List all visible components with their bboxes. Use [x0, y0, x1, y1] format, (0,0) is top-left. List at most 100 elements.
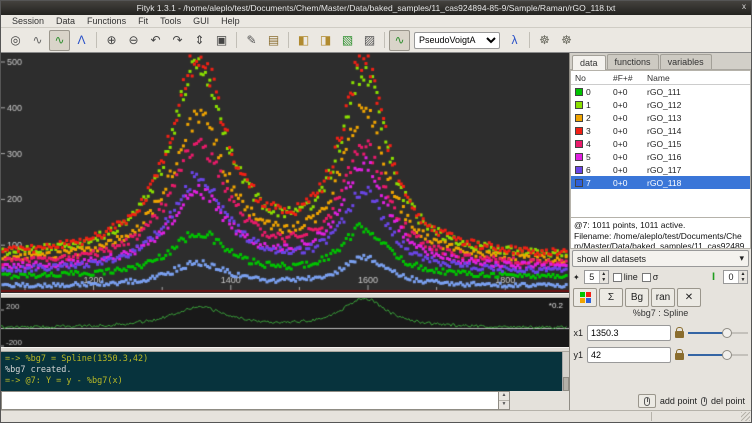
tab-data[interactable]: data [572, 55, 606, 70]
zoom-out-button-icon[interactable]: ⊖ [123, 30, 144, 51]
command-input[interactable] [1, 391, 499, 410]
close-window-button[interactable]: x [742, 2, 746, 11]
console-line: %bg7 created. [5, 365, 559, 376]
edit-script-button-icon[interactable]: ✎ [241, 30, 262, 51]
toolbar-separator [529, 32, 530, 48]
strip-background-button-icon[interactable]: λ [504, 30, 525, 51]
command-row: ▲▼ [1, 391, 569, 410]
dataset-row-rGO_112[interactable]: 10+0rGO_112 [571, 98, 750, 111]
toolbar-separator [236, 32, 237, 48]
param-x1-input[interactable] [587, 325, 671, 341]
dataset-color-swatch[interactable] [575, 153, 583, 161]
menu-gui[interactable]: GUI [188, 16, 214, 26]
param-y1-slider[interactable] [688, 349, 748, 361]
load-data-button-icon[interactable]: ◧ [293, 30, 314, 51]
edit-data-button-icon[interactable]: ▨ [359, 30, 380, 51]
menu-tools[interactable]: Tools [155, 16, 186, 26]
menu-help[interactable]: Help [216, 16, 245, 26]
menu-fit[interactable]: Fit [133, 16, 153, 26]
settings-gear-button-icon[interactable]: ☸ [534, 30, 555, 51]
status-bar [1, 410, 751, 422]
close-sidebar-button[interactable]: ✕ [677, 288, 701, 307]
resize-grip[interactable] [741, 412, 750, 421]
add-peak-mode-button-icon[interactable]: Λ [71, 30, 92, 51]
load-data-custom-button-icon[interactable]: ◨ [315, 30, 336, 51]
shift-spinner[interactable]: 0 ▲▼ [723, 270, 748, 284]
shift-icon: Ι [712, 271, 719, 283]
background-button[interactable]: Bg [625, 288, 649, 307]
function-label: %bg7 : Spline [570, 308, 751, 322]
dataset-color-swatch[interactable] [575, 88, 583, 96]
aux-plot-canvas[interactable] [1, 298, 569, 347]
dataset-color-swatch[interactable] [575, 127, 583, 135]
toolbar: ◎∿∿Λ⊕⊖↶↷⇕▣✎▤◧◨▧▨∿PseudoVoigtAλ☸☸ [1, 28, 751, 53]
zoom-next-button-icon[interactable]: ↷ [167, 30, 188, 51]
lock-icon[interactable] [675, 353, 684, 360]
console-output: =-> %bg7 = Spline(1350.3,42)%bg7 created… [1, 352, 569, 391]
dataset-row-rGO_116[interactable]: 50+0rGO_116 [571, 150, 750, 163]
zoom-mode-button-icon[interactable]: ◎ [5, 30, 26, 51]
dataset-color-swatch[interactable] [575, 166, 583, 174]
script-button[interactable]: ran [651, 288, 675, 307]
toolbar-separator [96, 32, 97, 48]
view-data-button-icon[interactable]: ▧ [337, 30, 358, 51]
auto-add-peak-button-icon[interactable]: ∿ [389, 30, 410, 51]
window-title: Fityk 1.3.1 - /home/aleplo/test/Document… [137, 3, 616, 13]
dataset-row-rGO_115[interactable]: 40+0rGO_115 [571, 137, 750, 150]
point-size-icon: ✦ [573, 273, 580, 282]
dataset-row-rGO_118[interactable]: 70+0rGO_118 [571, 176, 750, 189]
tab-functions[interactable]: functions [607, 54, 659, 69]
chevron-down-icon: ▾ [739, 253, 744, 264]
param-x1-slider[interactable] [688, 327, 748, 339]
dataset-color-swatch[interactable] [575, 140, 583, 148]
dataset-row-rGO_114[interactable]: 30+0rGO_114 [571, 124, 750, 137]
command-history-spinner[interactable]: ▲▼ [499, 391, 510, 410]
function-type-select[interactable]: PseudoVoigtA [414, 32, 500, 49]
mouse-hint-row: add point del point [570, 392, 751, 410]
sum-button[interactable]: Σ [599, 288, 623, 307]
user-definitions-button-icon[interactable]: ☸ [556, 30, 577, 51]
data-range-mode-button-icon[interactable]: ∿ [49, 30, 70, 51]
dataset-color-swatch[interactable] [575, 101, 583, 109]
add-point-hint: add point [660, 396, 697, 406]
del-point-hint: del point [711, 396, 745, 406]
mouse-icon [644, 397, 650, 406]
plot-column: =-> %bg7 = Spline(1350.3,42)%bg7 created… [1, 53, 569, 410]
sidebar-tabs: datafunctionsvariables [570, 53, 751, 70]
param-y1-input[interactable] [587, 347, 671, 363]
fityk-window: Fityk 1.3.1 - /home/aleplo/test/Document… [0, 0, 752, 423]
mouse-config-button[interactable] [638, 394, 656, 408]
data-view-mode-button-icon[interactable]: ∿ [27, 30, 48, 51]
line-checkbox[interactable]: line [613, 272, 638, 282]
sigma-checkbox[interactable]: σ [642, 272, 659, 282]
zoom-in-button-icon[interactable]: ⊕ [101, 30, 122, 51]
console-scrollbar[interactable] [562, 352, 569, 391]
dataset-color-swatch[interactable] [575, 179, 583, 187]
main-plot-canvas[interactable] [1, 53, 569, 293]
datasets-grid-button[interactable] [573, 288, 597, 307]
lock-icon[interactable] [675, 331, 684, 338]
point-size-spinner[interactable]: 5 ▲▼ [584, 270, 609, 284]
dataset-filter-dropdown[interactable]: show all datasets ▾ [572, 250, 749, 267]
console-line: =-> @7: Y = y - %bg7(x) [5, 376, 559, 387]
zoom-prev-button-icon[interactable]: ↶ [145, 30, 166, 51]
console-line: =-> %bg7 = Spline(1350.3,42) [5, 354, 559, 365]
session-settings-button-icon[interactable]: ▤ [263, 30, 284, 51]
dataset-row-rGO_113[interactable]: 20+0rGO_113 [571, 111, 750, 124]
menu-bar: SessionDataFunctionsFitToolsGUIHelp [1, 15, 751, 28]
param-label: y1 [573, 350, 583, 360]
param-row-y1: y1 [570, 344, 751, 366]
menu-session[interactable]: Session [7, 16, 49, 26]
title-bar: Fityk 1.3.1 - /home/aleplo/test/Document… [1, 1, 751, 15]
menu-functions[interactable]: Functions [82, 16, 131, 26]
dataset-row-rGO_117[interactable]: 60+0rGO_117 [571, 163, 750, 176]
mouse-buttons-icon [701, 397, 707, 406]
toolbar-separator [288, 32, 289, 48]
param-row-x1: x1 [570, 322, 751, 344]
zoom-all-button-icon[interactable]: ▣ [211, 30, 232, 51]
tab-variables[interactable]: variables [660, 54, 712, 69]
dataset-color-swatch[interactable] [575, 114, 583, 122]
menu-data[interactable]: Data [51, 16, 80, 26]
zoom-vertical-button-icon[interactable]: ⇕ [189, 30, 210, 51]
dataset-row-rGO_111[interactable]: 00+0rGO_111 [571, 85, 750, 98]
